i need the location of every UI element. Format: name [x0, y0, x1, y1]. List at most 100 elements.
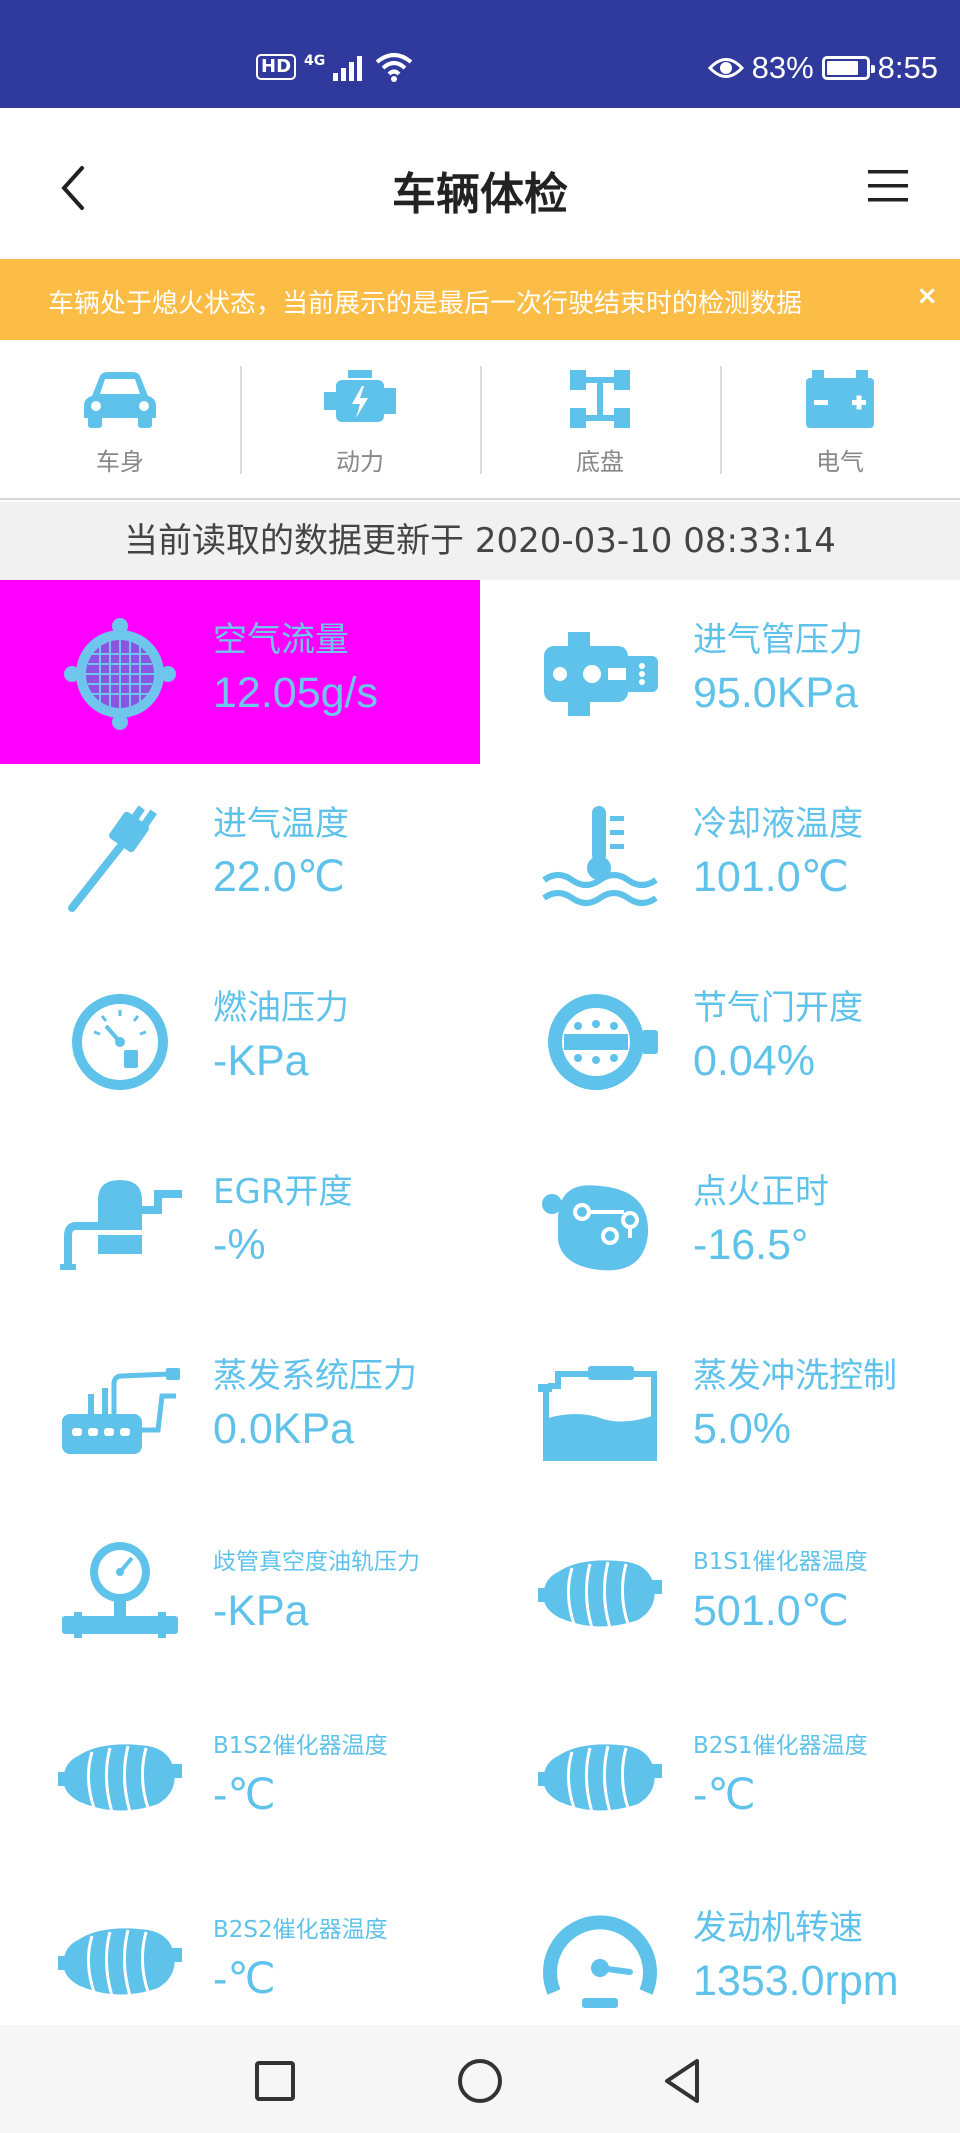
status-bar: HD 4G 83% 8:55 [0, 0, 960, 108]
reading-engine-rpm[interactable]: 发动机转速 1353.0rpm [480, 1868, 960, 2025]
egr-valve-icon [60, 1180, 182, 1270]
catalyst-icon [538, 1560, 662, 1629]
reading-coolant-temp[interactable]: 冷却液温度 101.0℃ [480, 764, 960, 948]
reading-label: B1S1催化器温度 [693, 1549, 868, 1575]
reading-label: B2S2催化器温度 [213, 1917, 388, 1943]
air-flow-sensor-icon [64, 618, 176, 730]
category-tabs: 车身 动力 底盘 电气 [0, 340, 960, 500]
signal-icon [333, 56, 363, 81]
evap-pressure-icon [62, 1368, 180, 1454]
reading-intake-temp[interactable]: 进气温度 22.0℃ [0, 764, 480, 948]
reading-label: 蒸发冲洗控制 [693, 1356, 897, 1396]
reading-label: B2S1催化器温度 [693, 1733, 868, 1759]
reading-label: 点火正时 [693, 1172, 829, 1212]
catalyst-icon [58, 1928, 182, 1997]
status-right: 83% 8:55 [707, 50, 938, 86]
reading-evap-pressure[interactable]: 蒸发系统压力 0.0KPa [0, 1316, 480, 1500]
catalyst-icon [538, 1744, 662, 1813]
reading-air-flow[interactable]: 空气流量 12.05g/s [0, 580, 480, 764]
system-nav-bar [0, 2025, 960, 2133]
notice-banner: 车辆处于熄火状态，当前展示的是最后一次行驶结束时的检测数据 × [0, 259, 960, 340]
reading-label: B1S2催化器温度 [213, 1733, 388, 1759]
app-header: 车辆体检 [0, 108, 960, 259]
tab-electrical-label: 电气 [816, 448, 864, 476]
network-type: 4G [304, 53, 326, 69]
reading-value: -℃ [213, 1955, 276, 2003]
reading-value: 1353.0rpm [693, 1957, 899, 2005]
readings-grid: 空气流量 12.05g/s 进气管压力 95.0KPa 进气温度 22.0℃ 冷… [0, 580, 960, 2025]
reading-value: 501.0℃ [693, 1587, 849, 1635]
reading-value: -℃ [213, 1771, 276, 1819]
reading-label: 冷却液温度 [693, 804, 863, 844]
update-timestamp: 当前读取的数据更新于 2020-03-10 08:33:14 [0, 502, 960, 580]
menu-icon[interactable] [864, 166, 912, 206]
reading-value: -% [213, 1221, 266, 1269]
tab-body[interactable]: 车身 [0, 340, 240, 500]
reading-value: 22.0℃ [213, 853, 345, 901]
reading-b1s1-catalyst[interactable]: B1S1催化器温度 501.0℃ [480, 1500, 960, 1684]
reading-evap-purge[interactable]: 蒸发冲洗控制 5.0% [480, 1316, 960, 1500]
engine-icon [324, 370, 396, 422]
page-title: 车辆体检 [392, 169, 568, 220]
reading-label: 空气流量 [213, 620, 349, 660]
reading-value: 0.04% [693, 1037, 815, 1085]
reading-ignition-timing[interactable]: 点火正时 -16.5° [480, 1132, 960, 1316]
reading-b2s2-catalyst[interactable]: B2S2催化器温度 -℃ [0, 1868, 480, 2025]
reading-value: 0.0KPa [213, 1405, 355, 1453]
chassis-icon [570, 370, 630, 428]
hd-badge: HD [256, 54, 297, 80]
reading-value: 101.0℃ [693, 853, 849, 901]
ignition-timing-icon [542, 1185, 649, 1271]
reading-value: 95.0KPa [693, 669, 858, 717]
reading-value: 12.05g/s [213, 669, 378, 717]
throttle-body-icon [548, 994, 658, 1090]
reading-label: 蒸发系统压力 [213, 1356, 417, 1396]
reading-b2s1-catalyst[interactable]: B2S1催化器温度 -℃ [480, 1684, 960, 1868]
recent-apps-icon[interactable] [247, 2053, 303, 2109]
reading-fuel-pressure[interactable]: 燃油压力 -KPa [0, 948, 480, 1132]
reading-value: -KPa [213, 1587, 309, 1635]
vacuum-gauge-icon [62, 1542, 178, 1638]
battery-percent: 83% [751, 50, 814, 85]
reading-value: -℃ [693, 1771, 756, 1819]
tachometer-icon [543, 1915, 657, 2008]
reading-label: 节气门开度 [693, 988, 863, 1028]
reading-manifold-vacuum[interactable]: 歧管真空度油轨压力 -KPa [0, 1500, 480, 1684]
coolant-temperature-icon [542, 806, 658, 906]
reading-label: 进气温度 [213, 804, 349, 844]
eye-icon [707, 58, 744, 78]
map-sensor-icon [544, 632, 658, 716]
reading-value: -16.5° [693, 1221, 809, 1269]
tab-chassis-label: 底盘 [576, 448, 624, 476]
tab-electrical[interactable]: 电气 [720, 340, 960, 500]
tab-power-label: 动力 [336, 448, 384, 476]
wifi-icon [375, 53, 413, 82]
notice-text: 车辆处于熄火状态，当前展示的是最后一次行驶结束时的检测数据 [48, 289, 803, 319]
reading-value: -KPa [213, 1037, 309, 1085]
back-nav-icon[interactable] [657, 2053, 713, 2109]
reading-label: 燃油压力 [213, 988, 349, 1028]
reading-label: 进气管压力 [693, 620, 863, 660]
reading-intake-pressure[interactable]: 进气管压力 95.0KPa [480, 580, 960, 764]
reading-b1s2-catalyst[interactable]: B1S2催化器温度 -℃ [0, 1684, 480, 1868]
reading-throttle[interactable]: 节气门开度 0.04% [480, 948, 960, 1132]
tab-chassis[interactable]: 底盘 [480, 340, 720, 500]
reading-label: EGR开度 [213, 1172, 353, 1212]
battery-icon [806, 370, 874, 428]
catalyst-icon [58, 1744, 182, 1813]
notice-close-button[interactable]: × [916, 281, 938, 311]
battery-icon [821, 56, 875, 80]
reading-egr[interactable]: EGR开度 -% [0, 1132, 480, 1316]
reading-label: 歧管真空度油轨压力 [213, 1549, 420, 1575]
fuel-pressure-gauge-icon [72, 994, 168, 1090]
evap-purge-tank-icon [538, 1366, 657, 1461]
temperature-probe-icon [68, 805, 158, 912]
clock: 8:55 [877, 50, 938, 85]
car-icon [84, 372, 156, 428]
reading-label: 发动机转速 [693, 1908, 863, 1948]
home-icon[interactable] [452, 2053, 508, 2109]
tab-body-label: 车身 [96, 448, 144, 476]
network-indicators: HD 4G [256, 52, 413, 82]
tab-power[interactable]: 动力 [240, 340, 480, 500]
reading-value: 5.0% [693, 1405, 792, 1453]
